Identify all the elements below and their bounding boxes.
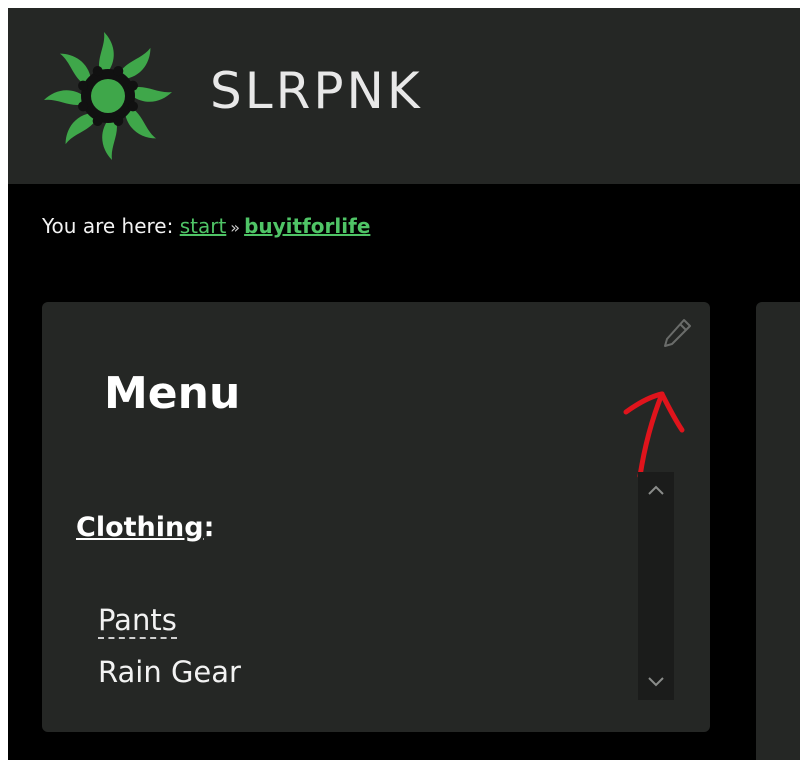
scroll-up-button[interactable] [638, 472, 674, 508]
menu-link-pants[interactable]: Pants [98, 603, 177, 639]
scroll-down-button[interactable] [638, 664, 674, 700]
chevron-down-icon [648, 677, 664, 687]
breadcrumb-link-current[interactable]: buyitforlife [244, 214, 370, 238]
sidebar-menu-panel: Menu Clothing: Pants Rain Gear [42, 302, 710, 732]
sun-logo-icon[interactable] [42, 30, 174, 162]
section-heading-colon: : [203, 512, 215, 543]
list-item: Pants [98, 594, 241, 646]
breadcrumb-prefix: You are here: [42, 214, 174, 238]
site-title[interactable]: SLRPNK [210, 66, 423, 116]
page-frame: SLRPNK You are here: start» buyitforlife … [8, 8, 800, 760]
red-arrow-annotation-icon [623, 391, 685, 479]
breadcrumb: You are here: start» buyitforlife [42, 214, 370, 238]
section-link-clothing[interactable]: Clothing [76, 512, 204, 543]
pencil-icon[interactable] [660, 316, 694, 350]
site-header: SLRPNK [8, 8, 800, 184]
menu-link-rain-gear[interactable]: Rain Gear [98, 655, 241, 689]
menu-scrollbar[interactable] [638, 472, 674, 700]
menu-list: Pants Rain Gear [98, 594, 241, 698]
chevron-up-icon [648, 485, 664, 495]
section-heading-clothing: Clothing: [76, 512, 214, 543]
menu-title: Menu [104, 368, 241, 419]
content-panel [756, 302, 800, 760]
breadcrumb-separator: » [230, 218, 241, 237]
list-item: Rain Gear [98, 646, 241, 698]
breadcrumb-link-start[interactable]: start [180, 214, 227, 238]
